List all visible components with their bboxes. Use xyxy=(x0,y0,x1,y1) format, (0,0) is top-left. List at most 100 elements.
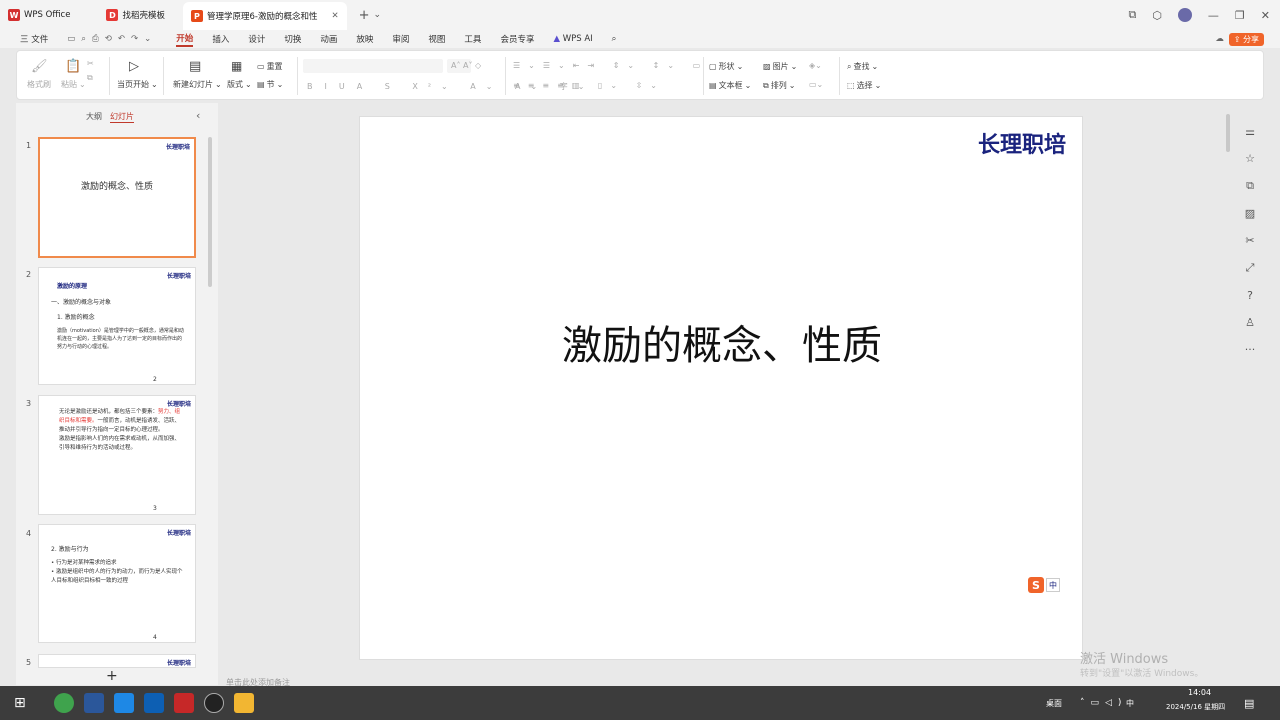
tray-icons[interactable]: ˄▭◁) xyxy=(1080,698,1127,708)
menu-file[interactable]: 三 文件 xyxy=(20,33,48,45)
thumb-page: 3 xyxy=(153,505,157,512)
restore-icon[interactable]: ❐ xyxy=(1235,9,1245,22)
tab-current-document[interactable]: P 管理学原理6-激励的概念和性 ✕ xyxy=(182,2,347,30)
menu-home[interactable]: 开始 xyxy=(176,32,194,47)
clock-date[interactable]: 2024/5/16 星期四 xyxy=(1166,702,1225,712)
new-slide-button[interactable]: 新建幻灯片 ⌄ xyxy=(173,79,222,90)
image-icon[interactable]: ▨ xyxy=(1245,207,1255,220)
slide-thumbnail-5[interactable]: 长理职培 xyxy=(38,654,196,668)
word-icon[interactable] xyxy=(83,693,104,713)
tab-slides[interactable]: 幻灯片 xyxy=(110,111,134,123)
cut-icon[interactable]: ✂ xyxy=(87,59,94,68)
play-from-current-button[interactable]: 当页开始 ⌄ xyxy=(117,79,158,90)
slide-canvas[interactable]: 长理职培 激励的概念、性质 S 中 xyxy=(359,116,1083,660)
paste-button[interactable]: 粘贴 ⌄ xyxy=(61,79,86,90)
close-tab-icon[interactable]: ✕ xyxy=(331,11,338,21)
new-tab-icon[interactable]: + xyxy=(359,8,370,23)
select-button[interactable]: ⬚ 选择 ⌄ xyxy=(847,80,881,91)
tray-ime[interactable]: 中 xyxy=(1126,698,1134,709)
find-button[interactable]: ⌕ 查找 ⌄ xyxy=(847,61,878,72)
windows-start-icon[interactable]: ⊞ xyxy=(14,695,26,711)
thumb-page: 2 xyxy=(153,376,157,383)
slide-title[interactable]: 激励的概念、性质 xyxy=(360,313,1084,371)
clock-time[interactable]: 14:04 xyxy=(1188,688,1211,697)
menu-member[interactable]: 会员专享 xyxy=(500,33,534,45)
reset-button[interactable]: ▭ 重置 xyxy=(257,61,283,72)
shirt-icon[interactable]: ♙ xyxy=(1245,316,1255,329)
tools-icon[interactable]: ✂ xyxy=(1245,234,1254,247)
slide-scrollbar[interactable] xyxy=(1226,114,1230,152)
help-icon[interactable]: ? xyxy=(1247,289,1253,302)
thumb-text: 1. 激励的概念 xyxy=(57,314,95,321)
thumb-title: 激励的概念、性质 xyxy=(80,182,153,192)
textbox-button[interactable]: ▤ 文本框 ⌄ xyxy=(709,80,751,91)
add-slide-button[interactable]: + xyxy=(106,668,118,684)
search-icon[interactable]: ⌕ xyxy=(612,34,617,44)
collapse-panel-icon[interactable]: ‹ xyxy=(196,109,200,122)
expand-icon[interactable]: ⤢ xyxy=(1246,261,1255,275)
thumbnail-scrollbar[interactable] xyxy=(208,137,212,287)
play-icon: ▷ xyxy=(129,59,139,74)
adjust-icon[interactable]: ⚌ xyxy=(1245,125,1255,138)
share-button[interactable]: ⇪ 分享 xyxy=(1228,32,1264,46)
shape-button[interactable]: ▢ 形状 ⌄ xyxy=(709,61,743,72)
wps-taskbar-icon[interactable] xyxy=(173,693,194,713)
format-painter-button[interactable]: 格式刷 xyxy=(27,79,51,90)
layout-button[interactable]: 版式 ⌄ xyxy=(227,79,252,90)
avatar[interactable] xyxy=(1177,8,1192,22)
tab-label: WPS Office xyxy=(24,10,71,20)
outline-icon[interactable]: ▭⌄ xyxy=(809,80,823,89)
ime-badge[interactable]: S 中 xyxy=(1028,577,1060,593)
slide-thumbnail-3[interactable]: 长理职培 无论是激励还是动机，都包括三个要素：努力、组织目标和需要。一般而言，动… xyxy=(38,395,196,515)
tab-docer[interactable]: D 找稻壳模板 xyxy=(98,0,173,30)
cube-icon[interactable]: ⬡ xyxy=(1152,9,1162,22)
menu-tools[interactable]: 工具 xyxy=(464,33,481,45)
slide-thumbnail-4[interactable]: 长理职培 2. 激励与行为 • 行为是对某种需求的追求 • 激励是组织中的人的行为… xyxy=(38,524,196,643)
thumb-body: • 行为是对某种需求的追求 • 激励是组织中的人的行为的动力，而行为是人实现个人目… xyxy=(51,560,183,584)
menu-wps-ai[interactable]: ▲ WPS AI xyxy=(553,34,592,44)
slide-thumbnail-2[interactable]: 长理职培 激励的原理 一、激励的概念与对象 1. 激励的概念 激励（motiva… xyxy=(38,267,196,385)
paste-icon: 📋 xyxy=(65,59,82,74)
cloud-icon[interactable]: ☁ xyxy=(1216,34,1225,44)
slide-thumbnail-1[interactable]: 长理职培 激励的概念、性质 xyxy=(38,137,196,258)
obs-icon[interactable] xyxy=(203,693,224,713)
menu-view[interactable]: 视图 xyxy=(428,33,445,45)
picture-button[interactable]: ▨ 图片 ⌄ xyxy=(763,61,797,72)
desktop-label[interactable]: 桌面 xyxy=(1046,698,1062,709)
section-button[interactable]: ▤ 节 ⌄ xyxy=(257,79,283,90)
copy-icon[interactable]: ⧉ xyxy=(1246,179,1254,193)
close-window-icon[interactable]: ✕ xyxy=(1261,9,1270,22)
fill-icon[interactable]: ◈⌄ xyxy=(809,61,822,70)
copy-icon[interactable]: ⧉ xyxy=(87,73,93,83)
menu-slideshow[interactable]: 放映 xyxy=(356,33,373,45)
thumb-heading: 激励的原理 xyxy=(57,283,88,290)
font-name-select[interactable] xyxy=(303,59,443,73)
docer-logo-icon: D xyxy=(106,9,119,21)
thumb-number: 2 xyxy=(26,270,32,279)
menu-design[interactable]: 设计 xyxy=(248,33,265,45)
align-buttons[interactable]: ≡≡≡≡▥ ▯⌄ ⇳⌄ xyxy=(513,81,665,90)
list-buttons[interactable]: ☰⌄☰⌄⇤⇥ ⇕⌄ ↕⌄ ▭ xyxy=(513,61,708,70)
menu-animation[interactable]: 动画 xyxy=(320,33,337,45)
menu-insert[interactable]: 插入 xyxy=(212,33,229,45)
menu-transition[interactable]: 切换 xyxy=(284,33,301,45)
window-mode-icon[interactable]: ⧉ xyxy=(1128,8,1136,22)
tab-outline[interactable]: 大纲 xyxy=(86,111,102,122)
menu-review[interactable]: 审阅 xyxy=(392,33,409,45)
more-icon[interactable]: ··· xyxy=(1245,343,1256,356)
notification-icon[interactable]: ▤ xyxy=(1244,697,1254,710)
quick-access-icons[interactable]: ▭⌕⎙⟲↶↷⌄ xyxy=(67,34,157,44)
app-icon[interactable] xyxy=(113,693,134,713)
star-icon[interactable]: ☆ xyxy=(1245,152,1255,165)
new-slide-icon: ▤ xyxy=(189,59,202,74)
thumb-number: 1 xyxy=(26,141,32,150)
tab-label: 管理学原理6-激励的概念和性 xyxy=(206,12,318,22)
arrange-button[interactable]: ⧉ 排列 ⌄ xyxy=(763,80,795,91)
tab-wps-office[interactable]: W WPS Office xyxy=(0,0,78,30)
chevron-down-icon[interactable]: ⌄ xyxy=(373,10,381,20)
minimize-icon[interactable]: — xyxy=(1208,9,1219,22)
files-icon[interactable] xyxy=(143,693,164,713)
folder-icon[interactable] xyxy=(233,693,254,713)
font-size-icons[interactable]: A˄ A˅ ◇ xyxy=(451,61,481,70)
browser-icon[interactable] xyxy=(53,693,74,713)
